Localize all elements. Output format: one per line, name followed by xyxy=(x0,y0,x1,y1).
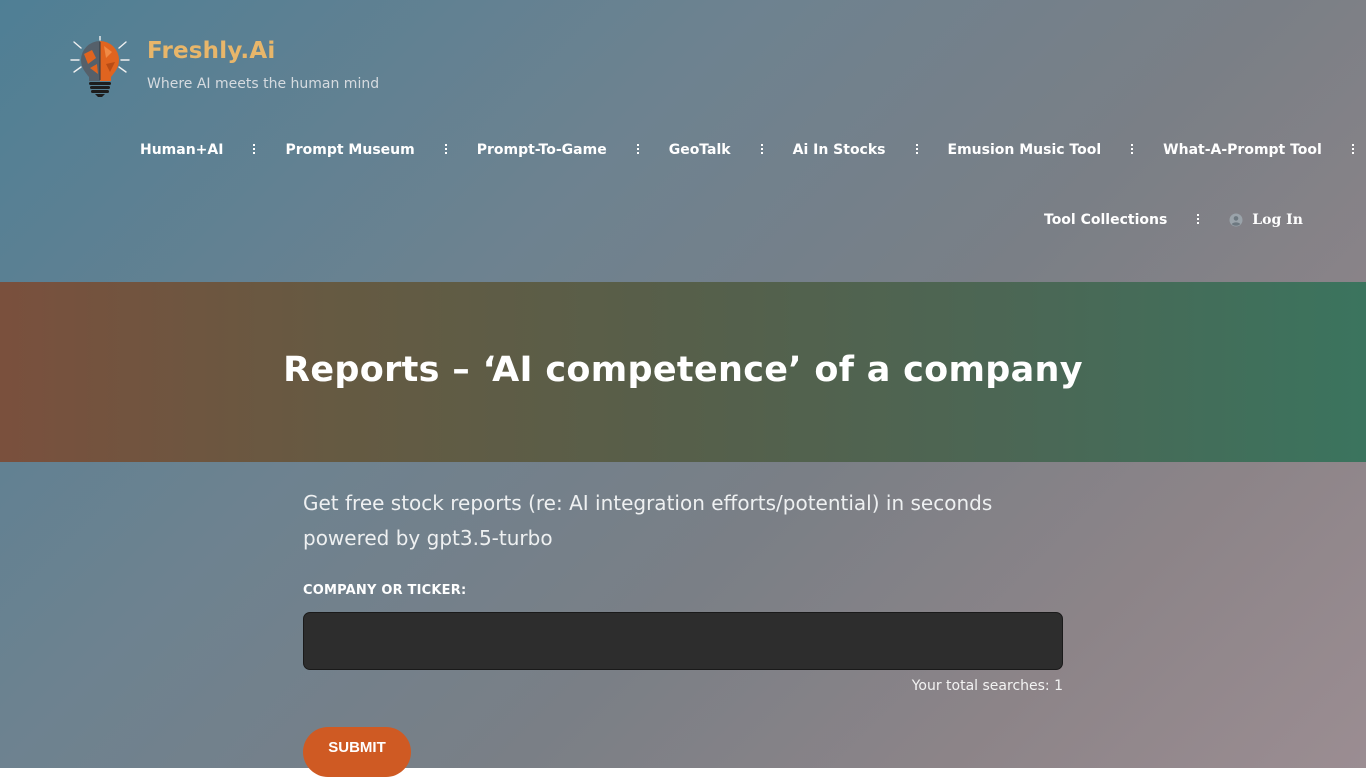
nav-separator xyxy=(915,144,918,156)
login-link[interactable]: Log In xyxy=(1229,212,1303,228)
nav-item-prompt-to-game[interactable]: Prompt-To-Game xyxy=(477,142,607,158)
nav-item-emusion-music-tool[interactable]: Emusion Music Tool xyxy=(948,142,1102,158)
report-form: Get free stock reports (re: AI integrati… xyxy=(303,462,1063,777)
nav-separator xyxy=(1197,214,1200,226)
page-title: Reports – ‘AI competence’ of a company xyxy=(283,350,1083,390)
site-header: Freshly.Ai Where AI meets the human mind… xyxy=(0,0,1366,282)
nav-separator xyxy=(1351,144,1354,156)
nav-separator xyxy=(1131,144,1134,156)
primary-navigation: Human+AI Prompt Museum Prompt-To-Game Ge… xyxy=(140,138,1366,162)
nav-item-human-ai[interactable]: Human+AI xyxy=(140,142,223,158)
hero-banner: Reports – ‘AI competence’ of a company xyxy=(0,282,1366,462)
nav-item-geotalk[interactable]: GeoTalk xyxy=(669,142,731,158)
nav-separator xyxy=(444,144,447,156)
nav-item-prompt-museum[interactable]: Prompt Museum xyxy=(285,142,414,158)
nav-separator xyxy=(760,144,763,156)
company-ticker-input[interactable] xyxy=(303,612,1063,670)
nav-item-ai-in-stocks[interactable]: Ai In Stocks xyxy=(793,142,886,158)
user-circle-icon xyxy=(1229,213,1243,227)
total-searches-counter: Your total searches: 1 xyxy=(911,678,1063,694)
intro-text: Get free stock reports (re: AI integrati… xyxy=(303,491,993,550)
nav-separator xyxy=(636,144,639,156)
nav-item-what-a-prompt-tool[interactable]: What-A-Prompt Tool xyxy=(1163,142,1322,158)
login-label: Log In xyxy=(1252,212,1303,228)
nav-item-tool-collections[interactable]: Tool Collections xyxy=(1044,212,1167,228)
secondary-navigation: Tool Collections Log In xyxy=(1044,208,1303,232)
site-tagline: Where AI meets the human mind xyxy=(147,76,380,92)
company-ticker-label: COMPANY OR TICKER: xyxy=(303,583,467,598)
submit-button[interactable]: SUBMIT xyxy=(303,727,411,777)
lightbulb-brain-logo-icon[interactable] xyxy=(70,35,130,98)
site-title[interactable]: Freshly.Ai xyxy=(147,38,275,64)
nav-separator xyxy=(253,144,256,156)
